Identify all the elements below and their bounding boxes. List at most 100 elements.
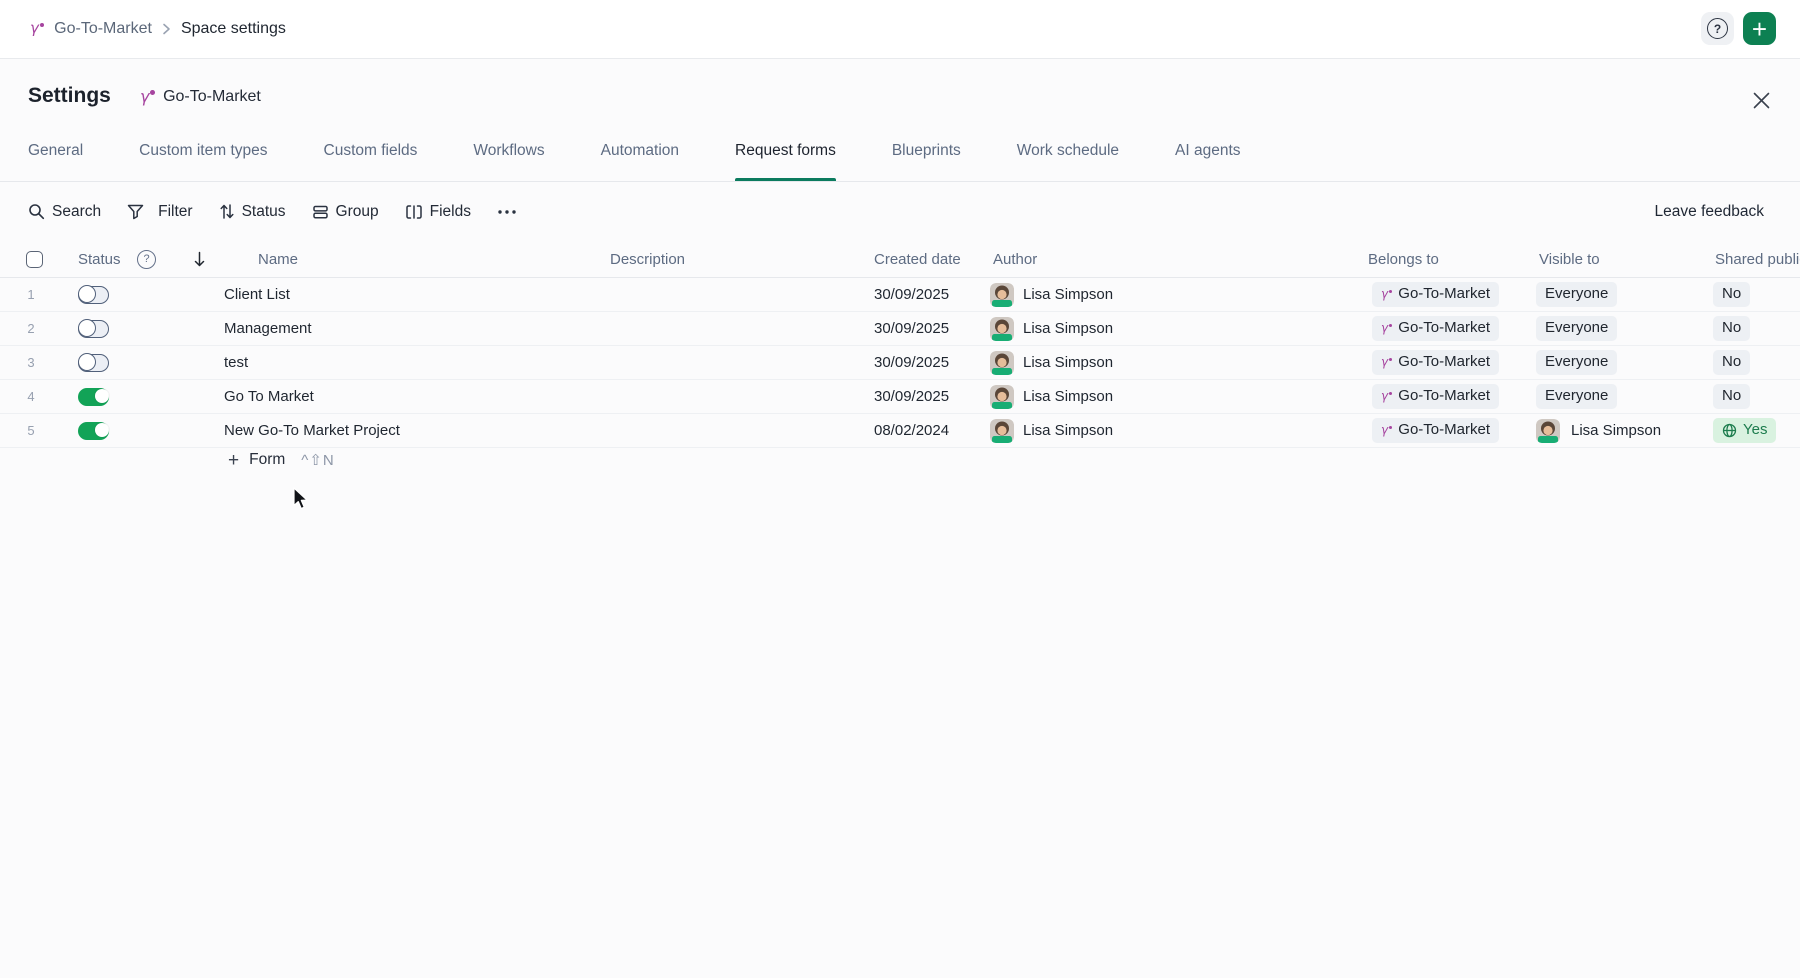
form-name[interactable]: test (224, 346, 248, 379)
tab-blueprints[interactable]: Blueprints (892, 120, 961, 181)
close-icon (1753, 92, 1770, 109)
status-toggle[interactable] (78, 286, 109, 304)
leave-feedback-link[interactable]: Leave feedback (1655, 182, 1764, 241)
status-toggle-cell (78, 380, 109, 413)
belongs-to-cell: γ Go-To-Market (1372, 380, 1499, 413)
tab-request-forms[interactable]: Request forms (735, 120, 836, 181)
space-icon: γ (30, 22, 44, 36)
tab-work-schedule[interactable]: Work schedule (1017, 120, 1119, 181)
breadcrumb-space-link[interactable]: Go-To-Market (54, 20, 152, 38)
visible-to-user: Lisa Simpson (1536, 419, 1661, 443)
plus-icon: + (1752, 16, 1767, 42)
row-number: 2 (16, 312, 46, 345)
space-chip: γ Go-To-Market (1372, 418, 1499, 443)
select-all-checkbox[interactable] (26, 251, 43, 268)
form-name[interactable]: New Go-To Market Project (224, 414, 400, 447)
panel-space-label: γ Go-To-Market (140, 88, 261, 106)
shared-chip: No (1713, 384, 1750, 409)
more-options-button[interactable] (497, 209, 517, 215)
space-chip: γ Go-To-Market (1372, 384, 1499, 409)
status-toggle[interactable] (78, 320, 109, 338)
author-avatar (990, 317, 1014, 341)
visible-to-chip: Everyone (1536, 384, 1617, 409)
shared-publicly-cell: Yes (1713, 414, 1776, 447)
tab-custom-fields[interactable]: Custom fields (324, 120, 418, 181)
shared-chip: No (1713, 282, 1750, 307)
toggle-knob (95, 423, 109, 437)
help-button[interactable]: ? (1701, 12, 1734, 45)
status-toggle[interactable] (78, 388, 109, 406)
row-number: 1 (16, 278, 46, 311)
filter-button[interactable]: Filter (127, 203, 192, 221)
table-row[interactable]: 1 Client List 30/09/2025 (0, 278, 1800, 312)
row-number: 5 (16, 414, 46, 447)
select-all-checkbox-cell (26, 241, 43, 277)
visible-to-cell: Everyone (1536, 380, 1617, 413)
belongs-to-cell: γ Go-To-Market (1372, 312, 1499, 345)
column-header-status[interactable]: Status (78, 241, 121, 277)
breadcrumb-current-page: Space settings (181, 20, 286, 38)
form-name[interactable]: Client List (224, 278, 290, 311)
close-settings-button[interactable] (1748, 87, 1774, 113)
sort-descending-icon[interactable] (193, 251, 206, 268)
table-row[interactable]: 3 test 30/09/2025 (0, 346, 1800, 380)
author-name: Lisa Simpson (1023, 422, 1113, 439)
shared-publicly-cell: No (1713, 278, 1750, 311)
question-mark-icon: ? (1707, 18, 1728, 39)
column-header-name[interactable]: Name (258, 241, 298, 277)
chevron-right-icon (162, 23, 171, 35)
author-cell: Lisa Simpson (990, 414, 1113, 447)
sort-button[interactable]: Status (219, 203, 286, 221)
form-name[interactable]: Go To Market (224, 380, 314, 413)
space-settings-window: γ Go-To-Market Space settings ? + Settin… (0, 0, 1800, 978)
globe-icon (1722, 423, 1737, 438)
column-header-belongs-to[interactable]: Belongs to (1368, 241, 1439, 277)
table-row[interactable]: 2 Management 30/09/2025 (0, 312, 1800, 346)
space-chip: γ Go-To-Market (1372, 350, 1499, 375)
author-avatar (990, 419, 1014, 443)
visible-to-cell: Lisa Simpson (1536, 414, 1661, 447)
tab-automation[interactable]: Automation (601, 120, 679, 181)
search-button[interactable]: Search (28, 203, 101, 221)
table-row[interactable]: 5 New Go-To Market Project 08/02/2024 (0, 414, 1800, 448)
status-help-icon[interactable]: ? (137, 250, 156, 269)
add-form-button[interactable]: + Form ^⇧N (228, 444, 335, 476)
shared-chip: Yes (1713, 418, 1776, 443)
status-toggle[interactable] (78, 422, 109, 440)
table-row[interactable]: 4 Go To Market 30/09/2025 (0, 380, 1800, 414)
user-avatar (1536, 419, 1560, 443)
space-icon: γ (1381, 357, 1392, 368)
column-header-shared-publicly[interactable]: Shared publicly (1715, 241, 1800, 277)
shared-chip: No (1713, 316, 1750, 341)
tab-custom-item-types[interactable]: Custom item types (139, 120, 267, 181)
shared-publicly-cell: No (1713, 346, 1750, 379)
visible-to-chip: Everyone (1536, 282, 1617, 307)
column-header-author[interactable]: Author (993, 241, 1037, 277)
form-name[interactable]: Management (224, 312, 312, 345)
shared-publicly-cell: No (1713, 312, 1750, 345)
fields-columns-icon (405, 204, 423, 220)
sort-direction-cell (193, 241, 206, 277)
request-forms-table-body: 1 Client List 30/09/2025 (0, 278, 1800, 448)
author-cell: Lisa Simpson (990, 312, 1113, 345)
search-icon (28, 203, 45, 220)
fields-button[interactable]: Fields (405, 203, 471, 221)
tab-workflows[interactable]: Workflows (473, 120, 544, 181)
plus-icon: + (228, 451, 239, 470)
row-number: 4 (16, 380, 46, 413)
column-header-created-date[interactable]: Created date (874, 241, 961, 277)
toggle-knob (78, 319, 96, 337)
column-header-description[interactable]: Description (610, 241, 685, 277)
column-header-visible-to[interactable]: Visible to (1539, 241, 1600, 277)
top-bar: γ Go-To-Market Space settings ? + (0, 0, 1800, 58)
tab-ai-agents[interactable]: AI agents (1175, 120, 1241, 181)
tab-general[interactable]: General (28, 120, 83, 181)
status-toggle[interactable] (78, 354, 109, 372)
visible-to-cell: Everyone (1536, 312, 1617, 345)
create-new-button[interactable]: + (1743, 12, 1776, 45)
created-date: 30/09/2025 (874, 278, 949, 311)
breadcrumb: γ Go-To-Market Space settings (30, 20, 286, 38)
group-button[interactable]: Group (312, 203, 379, 221)
author-avatar (990, 283, 1014, 307)
shared-publicly-cell: No (1713, 380, 1750, 413)
